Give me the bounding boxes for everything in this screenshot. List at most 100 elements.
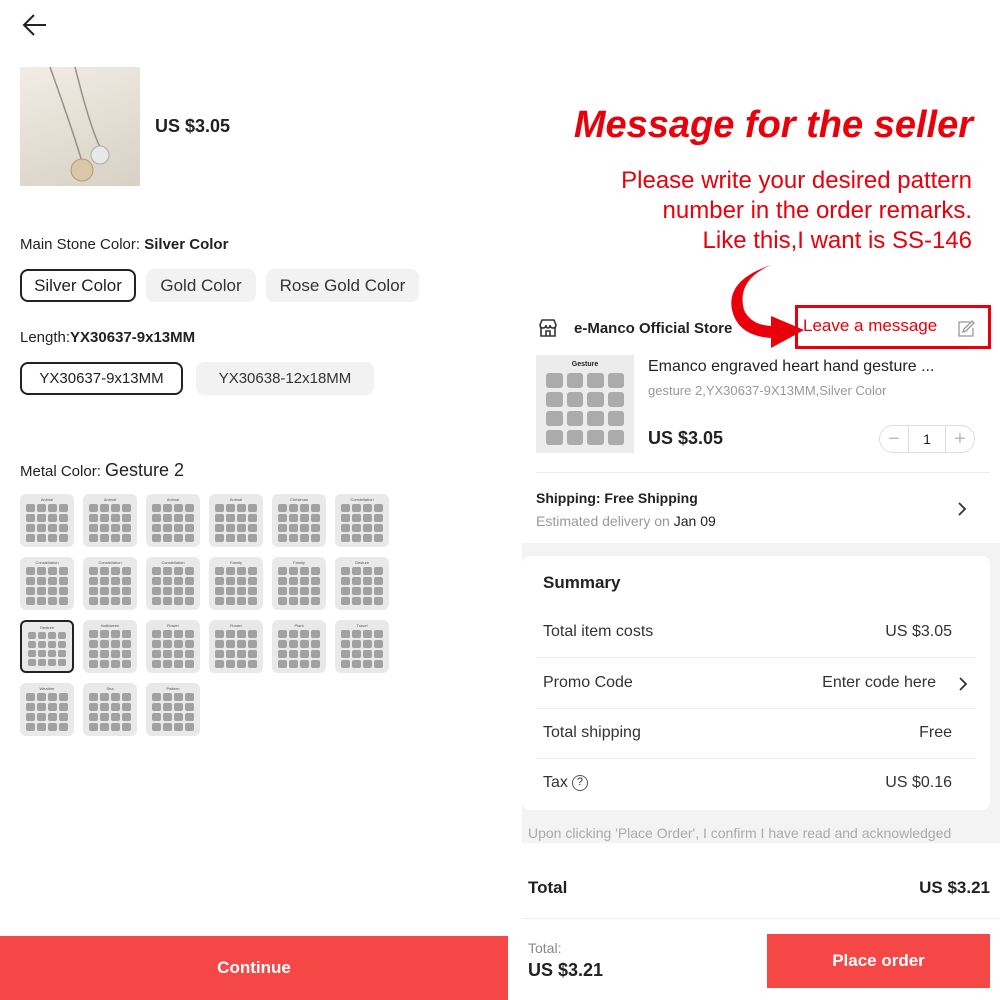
divider — [536, 758, 976, 759]
pattern-tile-title: Flower — [166, 623, 179, 628]
pattern-tile-title: Christmas — [289, 497, 308, 502]
pattern-tile-title: Animal — [166, 497, 180, 502]
pattern-tile[interactable]: Animal — [209, 494, 263, 547]
pattern-tile-title: Constellation — [161, 560, 185, 565]
option-rose-gold-color[interactable]: Rose Gold Color — [266, 269, 419, 302]
cart-product-name[interactable]: Emanco engraved heart hand gesture ... — [648, 358, 980, 376]
option-length-12x18[interactable]: YX30638-12x18MM — [196, 362, 374, 395]
pattern-tile[interactable]: Christmas — [272, 494, 326, 547]
info-icon[interactable]: ? — [571, 774, 588, 791]
promo-code-input[interactable]: Enter code here — [822, 674, 936, 692]
instruction-line-3: Like this,I want is SS-146 — [702, 227, 972, 254]
pattern-tile-title: Family — [293, 560, 305, 565]
product-price: US $3.05 — [155, 116, 231, 136]
pattern-tile-title: Travel — [356, 623, 368, 628]
main-stone-value: Silver Color — [144, 236, 229, 253]
leave-message-link[interactable]: Leave a message — [803, 316, 937, 336]
seller-message-headline: Message for the seller — [573, 104, 973, 146]
pattern-tile[interactable]: Animal — [20, 494, 74, 547]
pattern-tile-title: Animal — [103, 497, 117, 502]
pattern-tile[interactable]: Constellation — [20, 557, 74, 610]
divider — [536, 657, 976, 658]
pattern-tile[interactable]: Constellation — [335, 494, 389, 547]
pattern-tile[interactable]: Halloween — [83, 620, 137, 673]
pattern-tile-title: Family — [230, 560, 242, 565]
pattern-tile[interactable]: Weather — [20, 683, 74, 736]
delivery-date: Jan 09 — [673, 513, 716, 529]
metal-color-label: Metal Color: Gesture 2 — [20, 460, 185, 480]
footer-total-label: Total: — [528, 940, 562, 956]
summary-label-promo-code: Promo Code — [543, 674, 633, 691]
pattern-tile-title: Animal — [40, 497, 54, 502]
cart-product-price: US $3.05 — [648, 428, 724, 448]
product-options-panel: US $3.05 Main Stone Color: Silver Color … — [0, 0, 508, 1000]
length-value: YX30637-9x13MM — [70, 329, 196, 346]
store-name: e-Manco Official Store — [574, 320, 733, 337]
pattern-tile-title: Gesture — [354, 560, 370, 565]
pattern-tile-title: Constellation — [98, 560, 122, 565]
instruction-line-2: number in the order remarks. — [662, 197, 972, 224]
increment-button[interactable]: + — [946, 426, 974, 452]
pattern-tile[interactable]: Pattern — [146, 683, 200, 736]
pattern-tile[interactable]: Sea — [83, 683, 137, 736]
shipping-title[interactable]: Shipping: Free Shipping — [536, 490, 698, 506]
footer-total-value: US $3.21 — [528, 960, 604, 980]
summary-value-item-costs: US $3.05 — [885, 623, 952, 640]
pattern-tile-title: Flower — [229, 623, 242, 628]
pattern-tile-title: Gesture — [39, 625, 55, 630]
length-label: Length:YX30637-9x13MM — [20, 329, 196, 346]
pattern-tile[interactable]: Family — [209, 557, 263, 610]
pattern-tile-title: Halloween — [100, 623, 120, 628]
summary-title: Summary — [543, 573, 621, 592]
place-order-button[interactable]: Place order — [767, 934, 990, 988]
order-disclaimer: Upon clicking 'Place Order', I confirm I… — [528, 825, 952, 841]
summary-label-shipping: Total shipping — [543, 724, 641, 741]
product-thumbnail — [20, 67, 140, 186]
summary-label-item-costs: Total item costs — [543, 623, 654, 640]
order-panel: Message for the seller Please write your… — [508, 0, 1000, 1000]
estimated-delivery: Estimated delivery on Jan 09 — [536, 513, 716, 529]
back-arrow-icon[interactable] — [22, 12, 48, 38]
pattern-tile[interactable]: Travel — [335, 620, 389, 673]
pattern-tile[interactable]: Plant — [272, 620, 326, 673]
chevron-right-icon[interactable] — [958, 676, 968, 692]
pattern-tile[interactable]: Constellation — [146, 557, 200, 610]
pattern-tile[interactable]: Gesture — [335, 557, 389, 610]
pattern-tile[interactable]: Constellation — [83, 557, 137, 610]
cart-product-image: Gesture — [536, 355, 634, 453]
pattern-tile[interactable]: Gesture — [20, 620, 74, 673]
pattern-tile[interactable]: Animal — [146, 494, 200, 547]
pattern-tile-title: Weather — [39, 686, 55, 691]
option-gold-color[interactable]: Gold Color — [146, 269, 256, 302]
store-icon — [539, 319, 557, 337]
total-label: Total — [528, 878, 568, 897]
summary-value-tax: US $0.16 — [885, 774, 952, 791]
continue-button[interactable]: Continue — [0, 936, 508, 1000]
pattern-tile-title: Constellation — [350, 497, 374, 502]
pattern-tile-title: Pattern — [166, 686, 180, 691]
pattern-tile[interactable]: Animal — [83, 494, 137, 547]
pattern-tile-title: Constellation — [35, 560, 59, 565]
pattern-tile-title: Sea — [106, 686, 114, 691]
chevron-right-icon[interactable] — [957, 501, 967, 517]
summary-value-shipping: Free — [919, 724, 952, 741]
instruction-line-1: Please write your desired pattern — [621, 167, 972, 194]
pattern-tile[interactable]: Flower — [209, 620, 263, 673]
edit-note-icon[interactable] — [957, 320, 975, 338]
option-silver-color[interactable]: Silver Color — [20, 269, 136, 302]
pattern-tile-title: Plant — [294, 623, 304, 628]
quantity-stepper: − 1 + — [879, 425, 975, 453]
cart-product-variant: gesture 2,YX30637-9X13MM,Silver Color — [648, 383, 887, 398]
pattern-tile-title: Animal — [229, 497, 243, 502]
divider — [536, 708, 976, 709]
metal-color-value: Gesture 2 — [105, 460, 185, 480]
pattern-tile[interactable]: Family — [272, 557, 326, 610]
red-arrow-icon — [731, 265, 804, 348]
decrement-button[interactable]: − — [880, 426, 908, 452]
total-value: US $3.21 — [919, 878, 990, 897]
main-stone-label: Main Stone Color: Silver Color — [20, 236, 229, 253]
quantity-value[interactable]: 1 — [908, 426, 946, 452]
pattern-tile[interactable]: Flower — [146, 620, 200, 673]
divider — [536, 472, 990, 473]
option-length-9x13[interactable]: YX30637-9x13MM — [20, 362, 183, 395]
